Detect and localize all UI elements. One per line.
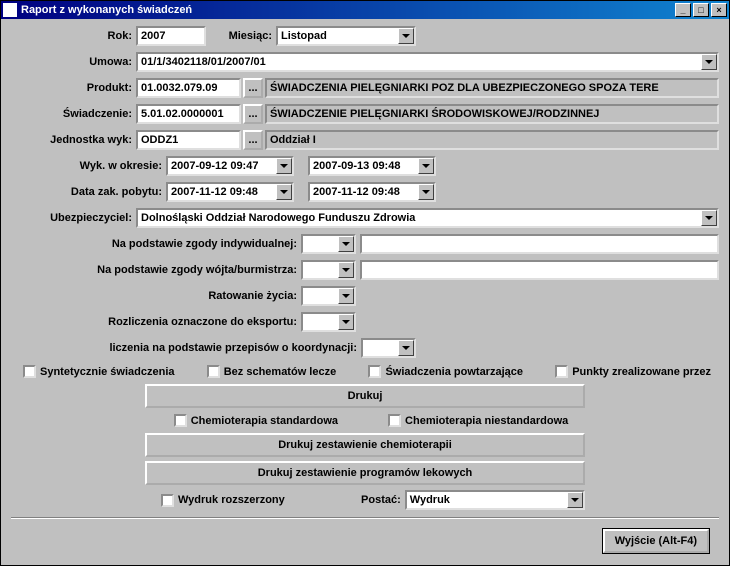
swiadczenie-code-input[interactable]: 5.01.02.0000001 bbox=[136, 104, 241, 124]
form-area: Rok: 2007 Miesiąc: Listopad Umowa: 01/1/… bbox=[1, 19, 729, 561]
label-koordyn: liczenia na podstawie przepisów o koordy… bbox=[11, 342, 361, 354]
label-miesiac: Miesiąc: bbox=[220, 30, 276, 42]
chevron-down-icon[interactable] bbox=[276, 184, 292, 200]
pods-indyw-select[interactable] bbox=[301, 234, 356, 254]
app-window: Raport z wykonanych świadczeń _ □ × Rok:… bbox=[0, 0, 730, 566]
check-chemio-std[interactable]: Chemioterapia standardowa bbox=[174, 414, 338, 427]
postac-select[interactable]: Wydruk bbox=[405, 490, 585, 510]
close-button[interactable]: × bbox=[711, 3, 727, 17]
label-pods-indyw: Na podstawie zgody indywidualnej: bbox=[11, 238, 301, 250]
label-produkt: Produkt: bbox=[11, 82, 136, 94]
pods-wojt-input[interactable] bbox=[360, 260, 719, 280]
pods-indyw-input[interactable] bbox=[360, 234, 719, 254]
chevron-down-icon[interactable] bbox=[338, 262, 354, 278]
produkt-code-input[interactable]: 01.0032.079.09 bbox=[136, 78, 241, 98]
label-rok: Rok: bbox=[11, 30, 136, 42]
label-jednostka: Jednostka wyk: bbox=[11, 134, 136, 146]
chevron-down-icon[interactable] bbox=[701, 210, 717, 226]
check-bez-schematow[interactable]: Bez schematów lecze bbox=[207, 365, 337, 378]
divider bbox=[11, 517, 719, 519]
drukuj-chemio-button[interactable]: Drukuj zestawienie chemioterapii bbox=[145, 433, 585, 457]
label-ubezp: Ubezpieczyciel: bbox=[11, 212, 136, 224]
zak-to-datetime[interactable]: 2007-11-12 09:48 bbox=[308, 182, 436, 202]
chevron-down-icon[interactable] bbox=[398, 28, 414, 44]
zak-from-datetime[interactable]: 2007-11-12 09:48 bbox=[166, 182, 294, 202]
app-icon bbox=[3, 3, 17, 17]
produkt-browse-button[interactable]: ... bbox=[243, 78, 263, 98]
chevron-down-icon[interactable] bbox=[338, 314, 354, 330]
rozlicz-select[interactable] bbox=[301, 312, 356, 332]
check-powtarzajace[interactable]: Świadczenia powtarzające bbox=[368, 365, 523, 378]
chevron-down-icon[interactable] bbox=[567, 492, 583, 508]
wyk-to-datetime[interactable]: 2007-09-13 09:48 bbox=[308, 156, 436, 176]
check-chemio-niestd[interactable]: Chemioterapia niestandardowa bbox=[388, 414, 568, 427]
jednostka-code-input[interactable]: ODDZ1 bbox=[136, 130, 241, 150]
ubezp-select[interactable]: Dolnośląski Oddział Narodowego Funduszu … bbox=[136, 208, 719, 228]
maximize-button[interactable]: □ bbox=[693, 3, 709, 17]
umowa-select[interactable]: 01/1/3402118/01/2007/01 bbox=[136, 52, 719, 72]
label-umowa: Umowa: bbox=[11, 56, 136, 68]
label-swiadczenie: Świadczenie: bbox=[11, 108, 136, 120]
swiadczenie-desc: ŚWIADCZENIE PIELĘGNIARKI ŚRODOWISKOWEJ/R… bbox=[265, 104, 719, 124]
window-title: Raport z wykonanych świadczeń bbox=[21, 4, 675, 16]
ratowanie-select[interactable] bbox=[301, 286, 356, 306]
chevron-down-icon[interactable] bbox=[418, 184, 434, 200]
minimize-button[interactable]: _ bbox=[675, 3, 691, 17]
chevron-down-icon[interactable] bbox=[338, 236, 354, 252]
drukuj-button[interactable]: Drukuj bbox=[145, 384, 585, 408]
titlebar: Raport z wykonanych świadczeń _ □ × bbox=[1, 1, 729, 19]
label-data-zak: Data zak. pobytu: bbox=[11, 186, 166, 198]
chevron-down-icon[interactable] bbox=[338, 288, 354, 304]
wyjscie-button[interactable]: Wyjście (Alt-F4) bbox=[603, 529, 709, 553]
check-punkty[interactable]: Punkty zrealizowane przez bbox=[555, 365, 711, 378]
produkt-desc: ŚWIADCZENIA PIELĘGNIARKI POZ DLA UBEZPIE… bbox=[265, 78, 719, 98]
chevron-down-icon[interactable] bbox=[276, 158, 292, 174]
koordyn-select[interactable] bbox=[361, 338, 416, 358]
miesiac-select[interactable]: Listopad bbox=[276, 26, 416, 46]
swiadczenie-browse-button[interactable]: ... bbox=[243, 104, 263, 124]
label-rozlicz: Rozliczenia oznaczone do eksportu: bbox=[11, 316, 301, 328]
label-wyk-okres: Wyk. w okresie: bbox=[11, 160, 166, 172]
chevron-down-icon[interactable] bbox=[418, 158, 434, 174]
check-syntetycznie[interactable]: Syntetycznie świadczenia bbox=[23, 365, 175, 378]
check-wydruk-rozsz[interactable]: Wydruk rozszerzony bbox=[161, 494, 285, 507]
chevron-down-icon[interactable] bbox=[701, 54, 717, 70]
label-postac: Postać: bbox=[345, 494, 405, 506]
jednostka-desc: Oddział I bbox=[265, 130, 719, 150]
label-ratowanie: Ratowanie życia: bbox=[11, 290, 301, 302]
wyk-from-datetime[interactable]: 2007-09-12 09:47 bbox=[166, 156, 294, 176]
label-pods-wojt: Na podstawie zgody wójta/burmistrza: bbox=[11, 264, 301, 276]
rok-input[interactable]: 2007 bbox=[136, 26, 206, 46]
drukuj-lek-button[interactable]: Drukuj zestawienie programów lekowych bbox=[145, 461, 585, 485]
chevron-down-icon[interactable] bbox=[398, 340, 414, 356]
pods-wojt-select[interactable] bbox=[301, 260, 356, 280]
jednostka-browse-button[interactable]: ... bbox=[243, 130, 263, 150]
